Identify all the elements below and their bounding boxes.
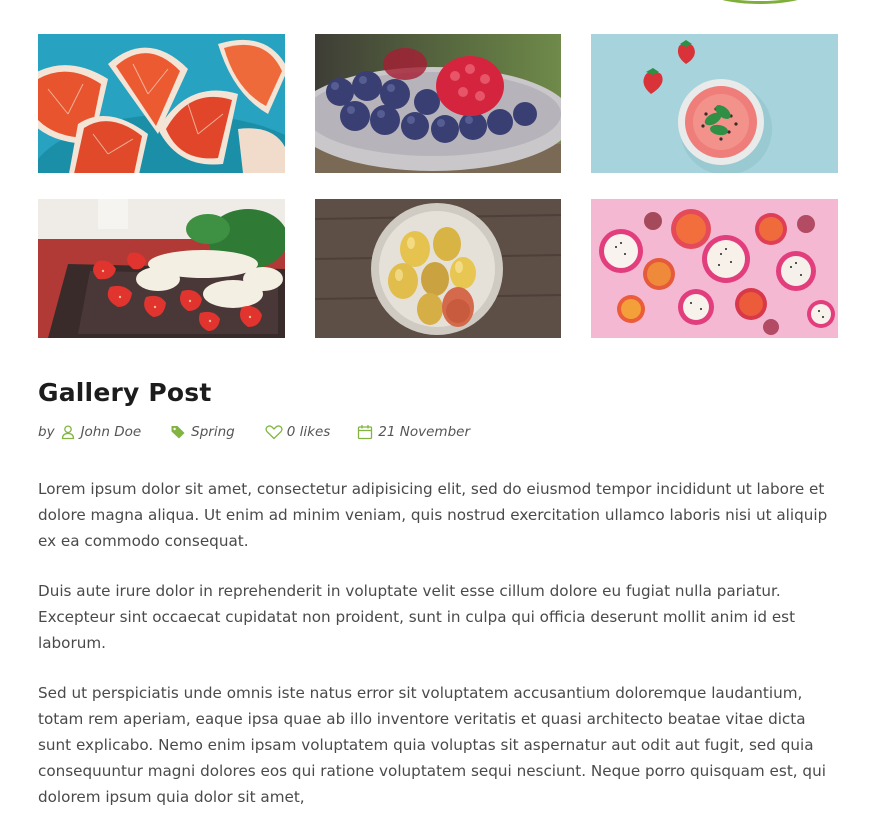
by-label: by [38, 424, 55, 440]
user-icon [59, 423, 77, 441]
paragraph: Lorem ipsum dolor sit amet, consectetur … [38, 480, 828, 550]
post-content: Lorem ipsum dolor sit amet, consectetur … [38, 476, 838, 815]
calendar-icon [356, 423, 374, 441]
gallery-post-page: Gallery Post by John Doe Spring 0 likes … [0, 0, 890, 815]
gallery-image-smoothie[interactable] [591, 34, 838, 173]
gallery-image-grapefruit[interactable] [38, 34, 285, 173]
date-text: 21 November [378, 424, 470, 440]
image-gallery [38, 34, 838, 338]
post-title: Gallery Post [38, 378, 212, 407]
post-date: 21 November [356, 423, 470, 441]
category-link[interactable]: Spring [191, 424, 235, 440]
likes-count: 0 likes [286, 424, 331, 440]
gallery-image-strawberry-banana[interactable] [38, 199, 285, 338]
post-meta: by John Doe Spring 0 likes 21 November [38, 422, 470, 442]
gallery-image-pears[interactable] [315, 199, 561, 338]
heart-icon[interactable] [265, 423, 283, 441]
author-link[interactable]: John Doe [81, 424, 142, 440]
previous-image-edge [700, 0, 820, 4]
gallery-image-berries[interactable] [315, 34, 561, 173]
post-category[interactable]: Spring [169, 423, 235, 441]
gallery-image-dragonfruit[interactable] [591, 199, 838, 338]
paragraph: Sed ut perspiciatis unde omnis iste natu… [38, 684, 826, 806]
tag-icon [169, 423, 187, 441]
post-likes[interactable]: 0 likes [265, 423, 331, 441]
paragraph: Duis aute irure dolor in reprehenderit i… [38, 582, 796, 652]
post-author[interactable]: John Doe [59, 423, 142, 441]
